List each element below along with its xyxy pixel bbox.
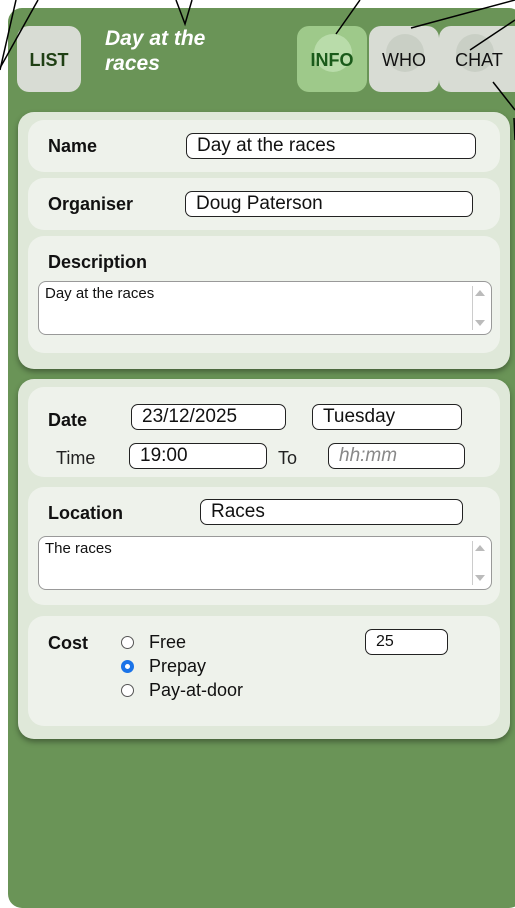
- tab-who[interactable]: WHO: [369, 26, 439, 92]
- tab-chat-label: CHAT: [455, 50, 503, 70]
- date-input[interactable]: 23/12/2025: [131, 404, 286, 430]
- name-input[interactable]: Day at the races: [186, 133, 476, 159]
- cost-card: Cost Free Prepay Pay-at-door 25: [28, 616, 500, 726]
- event-title: Day at the races: [105, 26, 275, 76]
- organiser-label: Organiser: [48, 194, 134, 214]
- weekday-field[interactable]: Tuesday: [312, 404, 462, 430]
- scroll-down-icon: [475, 320, 485, 326]
- cost-option-pay-at-door-radio[interactable]: [121, 684, 134, 697]
- organiser-card: Organiser Doug Paterson: [28, 178, 500, 230]
- scroll-up-icon: [475, 290, 485, 296]
- organiser-input[interactable]: Doug Paterson: [185, 191, 473, 217]
- location-input[interactable]: Races: [200, 499, 463, 525]
- cost-label: Cost: [48, 633, 88, 653]
- cost-amount-input[interactable]: 25: [365, 629, 448, 655]
- tab-who-label: WHO: [382, 50, 426, 70]
- name-label: Name: [48, 136, 98, 156]
- event-title-line2: races: [105, 52, 160, 75]
- event-details-panel: Name Day at the races Organiser Doug Pat…: [18, 112, 510, 369]
- description-label: Description: [48, 252, 148, 272]
- app-container: LIST Day at the races INFO WHO CHAT Name…: [8, 8, 515, 908]
- list-label: LIST: [29, 50, 69, 70]
- cost-option-prepay-label: Prepay: [149, 656, 207, 676]
- location-details-textarea[interactable]: The races: [38, 536, 492, 590]
- description-text: Day at the races: [45, 285, 155, 302]
- cost-option-pay-at-door-label: Pay-at-door: [149, 680, 244, 700]
- list-button[interactable]: LIST: [17, 26, 81, 92]
- description-textarea[interactable]: Day at the races: [38, 281, 492, 335]
- schedule-panel: Date 23/12/2025 Tuesday Time 19:00 To hh…: [18, 379, 510, 739]
- location-label: Location: [48, 503, 123, 523]
- date-time-card: Date 23/12/2025 Tuesday Time 19:00 To hh…: [28, 387, 500, 477]
- cost-option-prepay-radio[interactable]: [121, 660, 134, 673]
- location-card: Location Races The races: [28, 487, 500, 605]
- scroll-up-icon: [475, 545, 485, 551]
- scroll-down-icon: [475, 575, 485, 581]
- description-scrollbar[interactable]: [472, 286, 487, 330]
- cost-option-free-radio[interactable]: [121, 636, 134, 649]
- end-time-input[interactable]: hh:mm: [328, 443, 465, 469]
- start-time-input[interactable]: 19:00: [129, 443, 267, 469]
- location-details-text: The races: [45, 540, 112, 557]
- name-card: Name Day at the races: [28, 120, 500, 172]
- date-label: Date: [48, 410, 88, 430]
- to-label: To: [278, 448, 298, 468]
- description-card: Description Day at the races: [28, 236, 500, 353]
- time-label: Time: [56, 448, 96, 468]
- tab-info-label: INFO: [310, 50, 354, 70]
- location-details-scrollbar[interactable]: [472, 541, 487, 585]
- event-title-line1: Day at the: [105, 27, 206, 50]
- tab-chat[interactable]: CHAT: [439, 26, 515, 92]
- cost-option-free-label: Free: [149, 632, 187, 652]
- tab-info[interactable]: INFO: [297, 26, 367, 92]
